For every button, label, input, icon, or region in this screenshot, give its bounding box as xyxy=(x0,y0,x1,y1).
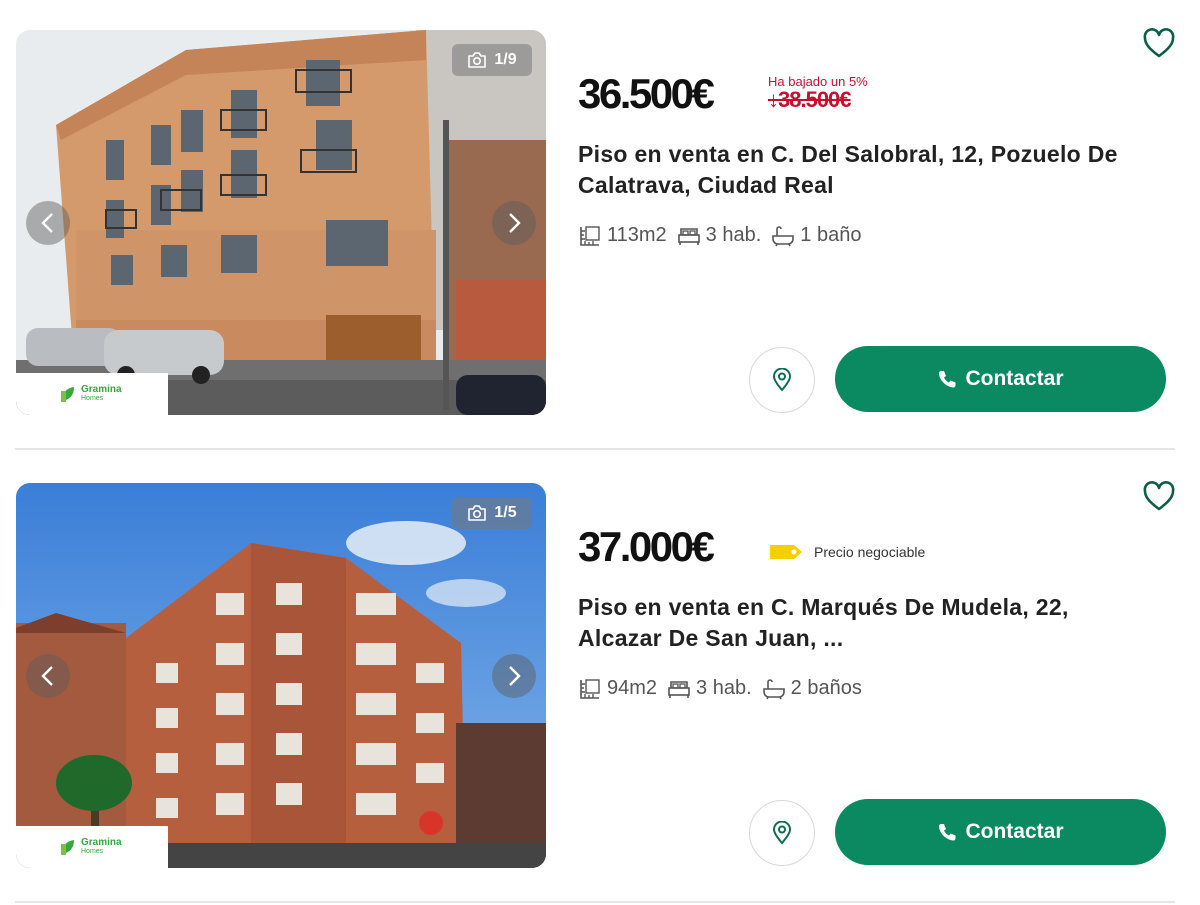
phone-icon xyxy=(939,824,956,841)
favorite-button[interactable] xyxy=(1142,481,1176,513)
building-photo xyxy=(16,483,546,868)
chevron-right-icon xyxy=(509,213,521,233)
photo-counter: 1/9 xyxy=(452,44,532,76)
listing-price: 37.000€ xyxy=(578,523,715,570)
agency-logo: Gramina Homes xyxy=(16,826,168,868)
feature-baths: 1 baño xyxy=(771,224,861,247)
agency-sub: Homes xyxy=(81,848,104,855)
listing-features: 113m2 3 hab. 1 baño xyxy=(578,224,861,247)
map-location-button[interactable] xyxy=(749,800,815,866)
next-photo-button[interactable] xyxy=(492,201,536,245)
prev-photo-button[interactable] xyxy=(26,201,70,245)
listing-photo[interactable]: 1/9 Gramina Homes xyxy=(16,30,546,415)
bathtub-icon xyxy=(772,225,795,246)
feature-rooms: 3 hab. xyxy=(677,224,762,247)
agency-name: Gramina xyxy=(81,384,122,395)
negotiable-badge: Precio negociable xyxy=(768,541,925,563)
listing-title[interactable]: Piso en venta en C. Marqués De Mudela, 2… xyxy=(578,592,1138,654)
contact-button-label: Contactar xyxy=(965,820,1064,843)
negotiable-label: Precio negociable xyxy=(814,544,926,560)
map-pin-icon xyxy=(772,368,792,392)
agency-sub: Homes xyxy=(81,395,104,402)
photo-counter-label: 1/9 xyxy=(494,51,517,68)
contact-button[interactable]: Contactar xyxy=(835,346,1166,412)
feature-area: 113m2 xyxy=(578,224,667,247)
contact-button-label: Contactar xyxy=(965,367,1064,390)
building-photo xyxy=(16,30,546,415)
photo-counter-label: 1/5 xyxy=(494,504,517,521)
feature-rooms-value: 3 hab. xyxy=(705,224,762,246)
contact-button[interactable]: Contactar xyxy=(835,799,1166,865)
old-price: ↓38.500€ xyxy=(768,87,852,112)
agency-logo: Gramina Homes xyxy=(16,373,168,415)
feature-rooms: 3 hab. xyxy=(667,677,752,700)
prev-photo-button[interactable] xyxy=(26,654,70,698)
next-photo-button[interactable] xyxy=(492,654,536,698)
chevron-left-icon xyxy=(41,213,53,233)
bed-icon xyxy=(668,680,690,698)
agency-leaf-icon xyxy=(61,387,74,402)
map-pin-icon xyxy=(772,821,792,845)
listing-card[interactable]: 1/5 Gramina Homes 37.000€ Precio negocia… xyxy=(0,453,1200,905)
listing-divider xyxy=(15,901,1175,903)
agency-name: Gramina xyxy=(81,837,122,848)
price-drop: Ha bajado un 5% ↓38.500€ xyxy=(768,74,868,113)
feature-area: 94m2 xyxy=(578,677,657,700)
feature-baths: 2 baños xyxy=(762,677,862,700)
feature-area-value: 94m2 xyxy=(607,677,658,699)
listing-title[interactable]: Piso en venta en C. Del Salobral, 12, Po… xyxy=(578,139,1138,201)
phone-icon xyxy=(939,371,956,388)
listing-card[interactable]: 1/9 Gramina Homes 36.500€ Ha bajado un 5… xyxy=(0,0,1200,452)
floor-plan-icon xyxy=(580,225,600,246)
heart-outline-icon xyxy=(1143,28,1175,58)
floor-plan-icon xyxy=(580,678,600,699)
bathtub-icon xyxy=(762,678,785,699)
favorite-button[interactable] xyxy=(1142,28,1176,60)
listing-photo[interactable]: 1/5 Gramina Homes xyxy=(16,483,546,868)
photo-counter: 1/5 xyxy=(452,497,532,529)
feature-area-value: 113m2 xyxy=(607,224,667,246)
price-tag-icon xyxy=(770,545,802,559)
chevron-left-icon xyxy=(41,666,53,686)
feature-baths-value: 1 baño xyxy=(800,224,862,246)
chevron-right-icon xyxy=(509,666,521,686)
listing-features: 94m2 3 hab. 2 baños xyxy=(578,677,862,700)
listing-price: 36.500€ xyxy=(578,70,715,117)
listing-divider xyxy=(15,448,1175,450)
map-location-button[interactable] xyxy=(749,347,815,413)
camera-icon xyxy=(468,52,487,68)
agency-leaf-icon xyxy=(61,840,74,855)
feature-baths-value: 2 baños xyxy=(790,677,862,699)
feature-rooms-value: 3 hab. xyxy=(696,677,752,699)
camera-icon xyxy=(468,505,487,521)
heart-outline-icon xyxy=(1143,481,1175,511)
bed-icon xyxy=(677,227,700,245)
